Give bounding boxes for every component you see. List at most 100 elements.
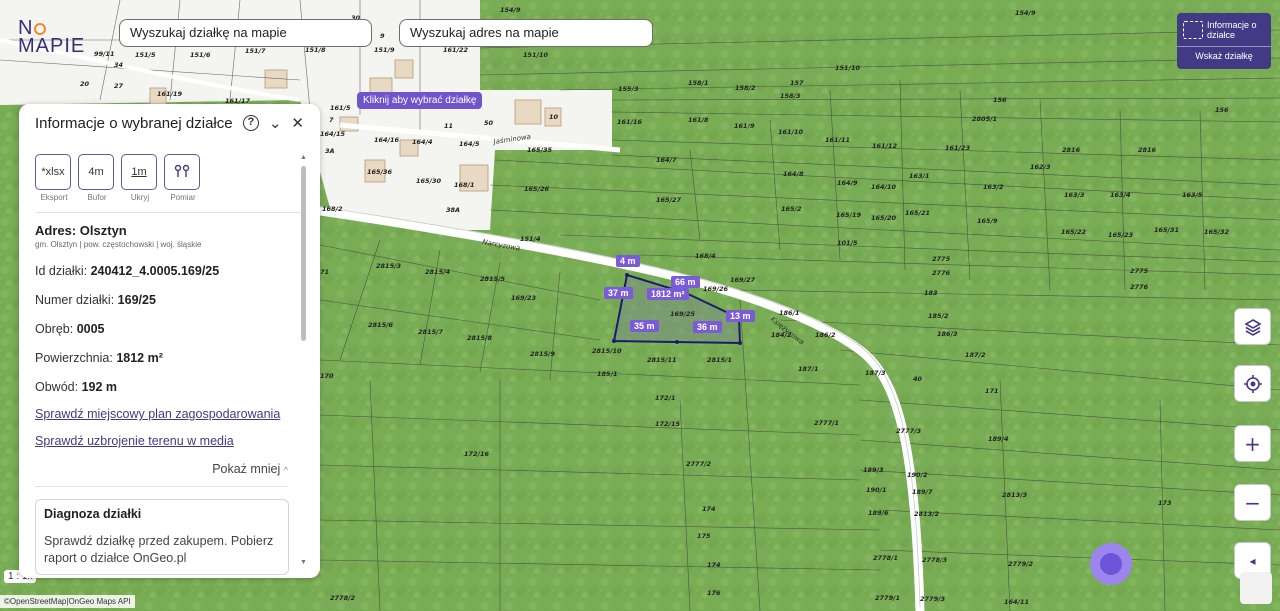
parcel-number-label: 173: [1158, 499, 1172, 507]
parcel-number-label: 9: [380, 32, 385, 40]
parcel-number-label: 170: [320, 372, 334, 380]
help-icon[interactable]: ?: [242, 115, 259, 131]
parcel-info-toggle[interactable]: Informacje o działce: [1177, 13, 1271, 47]
parcel-number-label: 189/6: [868, 509, 889, 517]
parcel-number-label: 169/25: [670, 310, 695, 318]
parcel-number-label: 151/4: [520, 235, 541, 243]
parcel-number-label: 156: [993, 96, 1007, 104]
diagnosis-text: Sprawdź działkę przed zakupem. Pobierz r…: [44, 534, 274, 565]
tool-buffer-label: Bufor: [87, 193, 107, 202]
tool-hide-label: Ukryj: [130, 193, 150, 202]
tool-buffer[interactable]: 4m Bufor: [78, 154, 116, 202]
parcel-number-label: 151/6: [190, 51, 211, 59]
parcel-number-label: 151/10: [523, 51, 548, 59]
parcel-number-label: 2815/7: [418, 328, 443, 336]
parcel-number-label: 2777/2: [686, 460, 711, 468]
map-attribution[interactable]: ©OpenStreetMap|OnGeo Maps API: [0, 595, 135, 608]
parcel-number-label: 165/36: [367, 168, 392, 176]
parcel-number-label: 2779/2: [1008, 560, 1033, 568]
measurement-badge: 37 m: [604, 287, 633, 299]
parcel-number-label: 20: [80, 80, 90, 88]
parcel-number-label: 172/15: [655, 420, 680, 428]
parcel-info-widget[interactable]: Informacje o działce Wskaż działkę: [1177, 13, 1271, 69]
parcel-number-label: 165/9: [977, 217, 998, 225]
hide-icon: 1m: [121, 154, 157, 190]
parcel-number-label: 2815/8: [467, 334, 492, 342]
panel-body[interactable]: *xlsx Eksport 4m Bufor 1m Ukryj Pomiar A…: [19, 146, 304, 576]
parcel-number-label: 161/11: [825, 136, 850, 144]
parcel-number-label: 2813/2: [914, 510, 939, 518]
panel-title: Informacje o wybranej działce: [35, 114, 233, 132]
parcel-number-label: 165/26: [524, 185, 549, 193]
parcel-number-label: 165/23: [1108, 231, 1133, 239]
parcel-number-label: 161/19: [157, 90, 182, 98]
tool-measure[interactable]: Pomiar: [164, 154, 202, 202]
parcel-number-label: 151/10: [835, 64, 860, 72]
chat-button[interactable]: [1090, 543, 1132, 585]
show-less-toggle[interactable]: Pokaż mniej ^: [35, 462, 304, 476]
parcel-number-label: 2777/1: [814, 419, 839, 427]
address-title: Adres: Olsztyn: [35, 223, 127, 238]
zoning-plan-link[interactable]: Sprawdź miejscowy plan zagospodarowania: [35, 407, 304, 421]
app-logo[interactable]: N MAPIE: [18, 18, 85, 56]
parcel-number-label: 2815/10: [592, 347, 622, 355]
chevron-up-icon: ^: [283, 465, 288, 475]
field-precinct-label: Obręb:: [35, 322, 74, 336]
close-icon[interactable]: ✕: [291, 114, 304, 132]
panel-scrollbar[interactable]: ▲ ▼: [300, 154, 307, 566]
parcel-number-label: 175: [697, 532, 711, 540]
scroll-down-icon[interactable]: ▼: [300, 559, 307, 566]
field-number-label: Numer działki:: [35, 293, 115, 307]
parcel-number-label: 161/22: [443, 46, 468, 54]
parcel-number-label: 172/16: [464, 450, 489, 458]
scroll-thumb[interactable]: [301, 166, 306, 341]
parcel-number-label: 38A: [446, 206, 460, 214]
zoom-out-button[interactable]: −: [1234, 484, 1271, 521]
parcel-number-label: 2779/1: [875, 594, 900, 602]
scroll-up-icon[interactable]: ▲: [300, 154, 307, 161]
parcel-number-label: 2816: [1062, 146, 1081, 154]
locate-button[interactable]: [1234, 365, 1271, 402]
utilities-link[interactable]: Sprawdź uzbrojenie terenu w media: [35, 434, 304, 448]
tool-export[interactable]: *xlsx Eksport: [35, 154, 73, 202]
layers-button[interactable]: [1234, 308, 1271, 345]
parcel-number-label: 163/5: [1182, 191, 1203, 199]
parcel-number-label: 164/4: [412, 138, 433, 146]
show-less-label: Pokaż mniej: [212, 462, 281, 476]
measurement-badge: 66 m: [671, 276, 700, 288]
parcel-number-label: 2775: [1130, 267, 1149, 275]
parcel-number-label: 50: [484, 119, 494, 127]
parcel-number-label: 164/11: [1004, 598, 1029, 606]
field-precinct: Obręb: 0005: [35, 322, 304, 336]
divider: [35, 486, 288, 487]
parcel-number-label: 151/9: [374, 46, 395, 54]
chevron-down-icon[interactable]: ⌄: [269, 114, 282, 132]
parcel-number-label: 2815/1: [707, 356, 732, 364]
parcel-number-label: 164/9: [837, 179, 858, 187]
parcel-number-label: 2815/11: [647, 356, 677, 364]
logo-text-bottom: MAPIE: [18, 35, 86, 57]
parcel-number-label: 71: [320, 268, 329, 276]
parcel-number-label: 186/2: [815, 331, 836, 339]
zoom-in-button[interactable]: +: [1234, 425, 1271, 462]
panel-header: Informacje o wybranej działce ? ⌄ ✕: [19, 104, 320, 142]
parcel-number-label: 174: [702, 505, 716, 513]
search-address-input[interactable]: Wyszukaj adres na mapie: [399, 19, 653, 47]
tool-hide[interactable]: 1m Ukryj: [121, 154, 159, 202]
parcel-number-label: 161/9: [734, 122, 755, 130]
address-subtitle: gm. Olsztyn | pow. częstochowski | woj. …: [35, 240, 202, 249]
parcel-number-label: 172/1: [655, 394, 675, 402]
search-parcel-input[interactable]: Wyszukaj działkę na mapie: [119, 19, 372, 47]
parcel-number-label: 99/11: [94, 50, 114, 58]
diagnosis-card[interactable]: Diagnoza działki Sprawdź działkę przed z…: [35, 499, 289, 575]
parcel-number-label: 2778/3: [922, 556, 947, 564]
locate-icon: [1243, 374, 1262, 393]
diagnosis-title: Diagnoza działki: [44, 507, 142, 521]
parcel-number-label: 154/9: [1015, 9, 1036, 17]
parcel-number-label: 157: [790, 79, 804, 87]
tool-export-label: Eksport: [40, 193, 68, 202]
parcel-number-label: 161/5: [330, 104, 351, 112]
parcel-number-label: 7: [329, 116, 334, 124]
field-perimeter-label: Obwód:: [35, 380, 79, 394]
point-parcel-button[interactable]: Wskaż działkę: [1177, 47, 1271, 61]
